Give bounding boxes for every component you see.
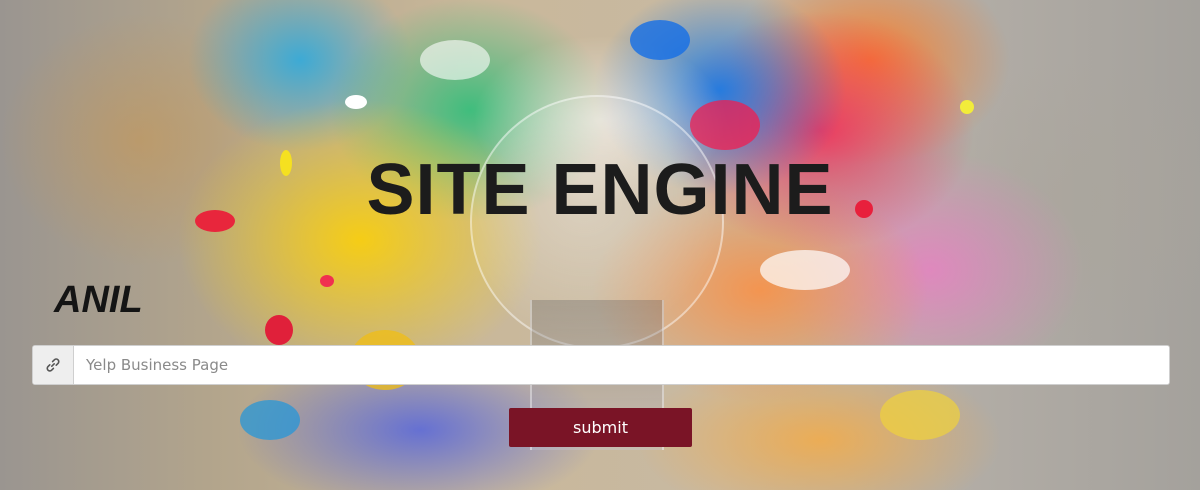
url-input-group [32,345,1170,385]
page-title: SITE ENGINE [366,150,834,230]
yelp-business-page-input[interactable] [74,346,1169,384]
page-subtitle: ANIL [54,279,143,321]
link-icon [33,346,74,384]
page: SITE ENGINE ANIL submit [0,0,1200,490]
submit-button[interactable]: submit [509,408,692,447]
